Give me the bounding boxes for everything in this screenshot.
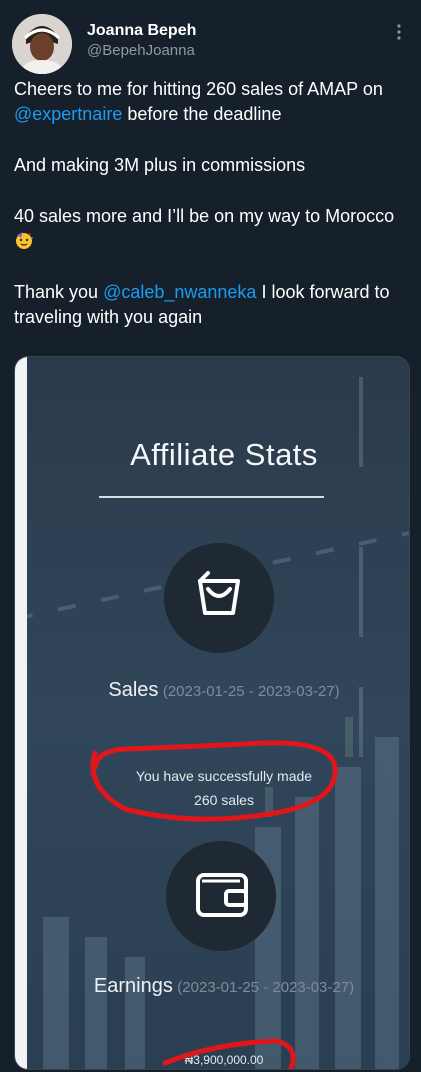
wallet-icon [196,873,248,917]
more-vertical-icon[interactable] [392,22,406,42]
sales-message: You have successfully made 260 sales [27,764,409,812]
tweet-paragraph: Thank you @caleb_nwanneka I look forward… [14,280,414,330]
earnings-amount: ₦3,900,000.00 [184,1053,264,1067]
tweet-paragraph: And making 3M plus in commissions [14,155,306,175]
sales-icon-circle [164,543,274,653]
tweet-text: Cheers to me for hitting 260 sales of AM… [14,77,414,356]
title-divider [99,496,324,498]
earnings-date-range: (2023-01-25 - 2023-03-27) [177,979,355,996]
sales-section-label: Sales (2023-01-25 - 2023-03-27) [27,677,409,705]
sales-label: Sales [108,679,159,701]
tweet-paragraph: Cheers to me for hitting 260 sales of AM… [14,77,414,127]
user-handle[interactable]: @BepehJoanna [87,42,195,59]
display-name[interactable]: Joanna Bepeh [87,22,196,40]
mention-expertnaire[interactable]: @expertnaire [14,104,122,124]
tweet-text-segment: 40 sales more and I’ll be on my way to M… [14,206,395,226]
page-title: Affiliate Stats [130,437,318,472]
image-edge-strip [15,357,27,1069]
tweet-text-segment: Cheers to me for hitting 260 sales of AM… [14,79,383,99]
earnings-label: Earnings [93,975,173,997]
sales-message-line: You have successfully made [135,768,313,784]
shopping-bag-icon [198,571,240,615]
tweet-media-image[interactable]: Affiliate Stats Sales (2023-01-25 - 2023… [14,356,410,1070]
sales-count: 260 sales [194,792,254,808]
sales-date-range: (2023-01-25 - 2023-03-27) [162,683,340,700]
party-face-emoji [14,230,34,250]
earnings-icon-circle [166,841,276,951]
tweet-text-segment: before the deadline [122,104,282,124]
avatar[interactable] [12,14,72,74]
earnings-section-label: Earnings (2023-01-25 - 2023-03-27) [27,973,409,1001]
tweet-text-segment: Thank you [14,282,104,302]
avatar-photo [12,14,72,74]
mention-caleb-nwanneka[interactable]: @caleb_nwanneka [103,282,256,302]
tweet-header: Joanna Bepeh @BepehJoanna [12,12,412,74]
tweet-paragraph: 40 sales more and I’ll be on my way to M… [14,204,414,254]
tweet-card: Joanna Bepeh @BepehJoanna Cheers to me f… [0,0,421,1072]
